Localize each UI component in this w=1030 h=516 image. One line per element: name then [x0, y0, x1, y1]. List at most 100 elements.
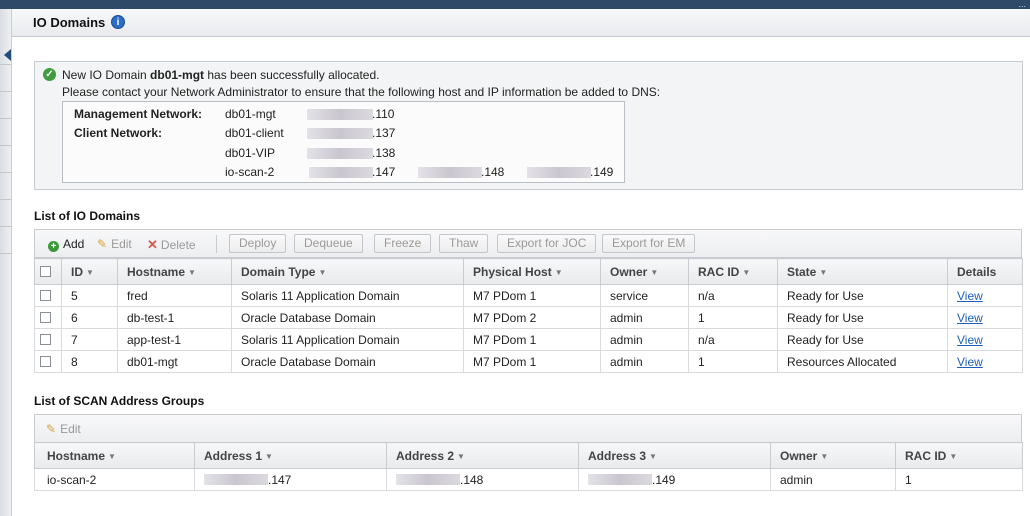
- export-em-button[interactable]: Export for EM: [602, 234, 696, 253]
- sort-caret-icon[interactable]: ▼: [949, 452, 957, 461]
- row-checkbox[interactable]: [40, 289, 51, 301]
- scan-groups-section-title: List of SCAN Address Groups: [34, 394, 205, 408]
- row-select-cell[interactable]: [34, 306, 62, 329]
- scan-edit-button[interactable]: ✎ Edit: [46, 422, 81, 436]
- sort-caret-icon[interactable]: ▼: [555, 268, 563, 277]
- add-button[interactable]: + Add: [48, 237, 84, 252]
- column-header-id[interactable]: ID ▼: [61, 258, 118, 285]
- cell-details: View: [947, 306, 1023, 329]
- column-header-rac-id[interactable]: RAC ID ▼: [688, 258, 778, 285]
- column-header-owner[interactable]: Owner ▼: [770, 442, 896, 469]
- nav-divider: [0, 91, 11, 92]
- header-label: Address 3: [588, 448, 647, 463]
- column-header-domain-type[interactable]: Domain Type ▼: [231, 258, 464, 285]
- table-row[interactable]: 7 app-test-1 Solaris 11 Application Doma…: [34, 328, 1023, 351]
- delete-button[interactable]: ✕ Delete: [147, 237, 196, 253]
- header-label: RAC ID: [905, 448, 947, 463]
- row-checkbox[interactable]: [40, 311, 51, 323]
- cell-hostname: fred: [117, 284, 232, 307]
- column-header-owner[interactable]: Owner ▼: [600, 258, 689, 285]
- row-select-cell[interactable]: [34, 328, 62, 351]
- sort-caret-icon[interactable]: ▼: [265, 452, 273, 461]
- cell-address-1: .147: [194, 468, 387, 491]
- table-row[interactable]: 5 fred Solaris 11 Application Domain M7 …: [34, 284, 1023, 307]
- sort-caret-icon[interactable]: ▼: [318, 268, 326, 277]
- view-link[interactable]: View: [957, 289, 983, 303]
- header-label: Hostname: [47, 448, 106, 463]
- header-label: Details: [957, 264, 997, 279]
- sort-caret-icon[interactable]: ▼: [86, 268, 94, 277]
- edit-button[interactable]: ✎ Edit: [97, 237, 132, 251]
- freeze-button[interactable]: Freeze: [374, 234, 432, 253]
- cell-address-2: .148: [386, 468, 579, 491]
- column-header-physical-host[interactable]: Physical Host ▼: [463, 258, 601, 285]
- column-header-details: Details: [947, 258, 1023, 285]
- ip-suffix: .138: [372, 146, 396, 160]
- cell-domain-type: Solaris 11 Application Domain: [231, 328, 464, 351]
- view-link[interactable]: View: [957, 333, 983, 347]
- message-domain-name: db01-mgt: [150, 68, 205, 82]
- cell-physical-host: M7 PDom 1: [463, 350, 601, 373]
- sort-caret-icon[interactable]: ▼: [650, 268, 658, 277]
- redacted-ip: [418, 167, 482, 178]
- column-header-address-3[interactable]: Address 3 ▼: [578, 442, 771, 469]
- column-header-state[interactable]: State ▼: [777, 258, 948, 285]
- scan-groups-toolbar: ✎ Edit: [34, 414, 1022, 443]
- cell-id: 8: [61, 350, 118, 373]
- view-link[interactable]: View: [957, 355, 983, 369]
- ip-suffix: .148: [481, 165, 505, 179]
- left-nav-rail[interactable]: [0, 9, 12, 516]
- info-icon[interactable]: i: [111, 15, 125, 29]
- table-row[interactable]: 6 db-test-1 Oracle Database Domain M7 PD…: [34, 306, 1023, 329]
- header-label: ID: [71, 264, 83, 279]
- table-row[interactable]: 8 db01-mgt Oracle Database Domain M7 PDo…: [34, 350, 1023, 373]
- table-header-row: Hostname ▼ Address 1 ▼ Address 2 ▼ Address …: [34, 442, 1023, 469]
- cell-physical-host: M7 PDom 1: [463, 284, 601, 307]
- cell-rac-id: n/a: [688, 328, 778, 351]
- thaw-button[interactable]: Thaw: [439, 234, 489, 253]
- column-header-address-1[interactable]: Address 1 ▼: [194, 442, 387, 469]
- sort-caret-icon[interactable]: ▼: [742, 268, 750, 277]
- dequeue-button[interactable]: Dequeue: [294, 234, 363, 253]
- cell-state: Ready for Use: [777, 284, 948, 307]
- collapse-arrow-icon[interactable]: [4, 49, 11, 61]
- column-header-address-2[interactable]: Address 2 ▼: [386, 442, 579, 469]
- table-row[interactable]: io-scan-2 .147 .148 .149 admin 1: [34, 468, 1023, 491]
- header-label: Owner: [610, 264, 648, 279]
- row-select-cell[interactable]: [34, 284, 62, 307]
- header-label: Domain Type: [241, 264, 316, 279]
- cell-owner: admin: [770, 468, 896, 491]
- scan-groups-table: Hostname ▼ Address 1 ▼ Address 2 ▼ Address …: [34, 442, 1023, 491]
- column-header-hostname[interactable]: Hostname ▼: [117, 258, 232, 285]
- nav-divider: [0, 118, 11, 119]
- row-select-cell[interactable]: [34, 350, 62, 373]
- row-checkbox[interactable]: [40, 333, 51, 345]
- sort-caret-icon[interactable]: ▼: [188, 268, 196, 277]
- cell-owner: service: [600, 284, 689, 307]
- cell-id: 5: [61, 284, 118, 307]
- sort-caret-icon[interactable]: ▼: [820, 452, 828, 461]
- ip-suffix: .149: [652, 472, 676, 487]
- header-label: Address 2: [396, 448, 455, 463]
- cell-owner: admin: [600, 350, 689, 373]
- export-joc-button[interactable]: Export for JOC: [497, 234, 597, 253]
- sort-caret-icon[interactable]: ▼: [108, 452, 116, 461]
- nav-divider: [0, 226, 11, 227]
- sort-caret-icon[interactable]: ▼: [649, 452, 657, 461]
- select-all-header[interactable]: [34, 258, 62, 285]
- view-link[interactable]: View: [957, 311, 983, 325]
- header-label: Owner: [780, 448, 818, 463]
- cell-details: View: [947, 284, 1023, 307]
- add-label: Add: [63, 237, 85, 251]
- select-all-checkbox[interactable]: [40, 265, 51, 277]
- add-icon: +: [48, 241, 59, 252]
- dns-hostname: db01-VIP: [225, 146, 276, 160]
- sort-caret-icon[interactable]: ▼: [819, 268, 827, 277]
- page-title: IO Domains: [33, 15, 106, 30]
- row-checkbox[interactable]: [40, 355, 51, 367]
- delete-icon: ✕: [147, 237, 158, 252]
- column-header-rac-id[interactable]: RAC ID ▼: [895, 442, 1023, 469]
- column-header-hostname[interactable]: Hostname ▼: [34, 442, 195, 469]
- deploy-button[interactable]: Deploy: [229, 234, 287, 253]
- sort-caret-icon[interactable]: ▼: [457, 452, 465, 461]
